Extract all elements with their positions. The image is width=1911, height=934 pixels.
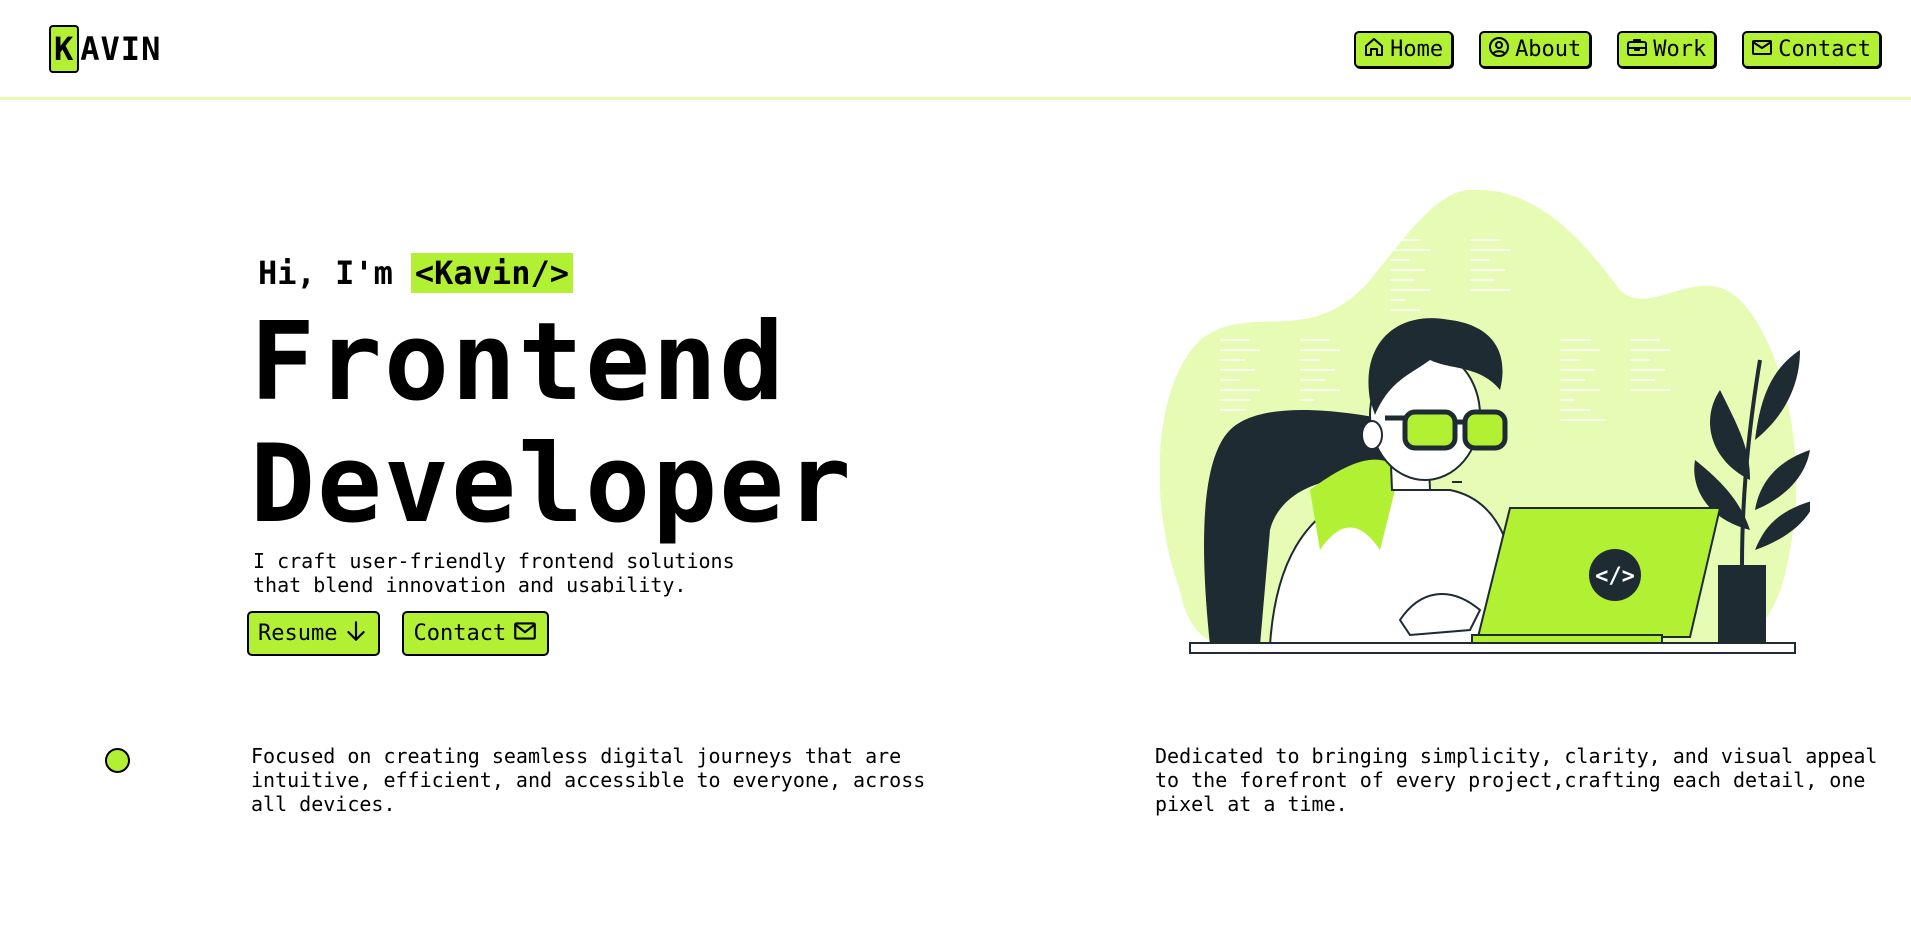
site-header: K AVIN Home About Work Contact xyxy=(0,0,1911,100)
arrow-down-icon xyxy=(343,618,369,650)
nav-home-button[interactable]: Home xyxy=(1354,31,1454,68)
ear xyxy=(1361,420,1383,450)
nav-home-label: Home xyxy=(1390,37,1444,62)
tagline-line-2: that blend innovation and usability. xyxy=(253,573,687,597)
resume-button[interactable]: Resume xyxy=(247,611,381,656)
desk xyxy=(1189,642,1796,654)
nav-work-label: Work xyxy=(1653,37,1707,62)
tagline-line-1: I craft user-friendly frontend solutions xyxy=(253,549,735,573)
laptop-badge-text: </> xyxy=(1595,564,1635,589)
developer-illustration: </> xyxy=(1160,190,1810,654)
briefcase-icon xyxy=(1625,35,1649,65)
hero-title-line-1: Frontend xyxy=(250,300,787,425)
indicator-dot xyxy=(105,748,130,773)
logo-text: AVIN xyxy=(80,30,162,68)
contact-button[interactable]: Contact xyxy=(402,611,550,656)
greeting-text: Hi, I'm xyxy=(258,254,393,292)
hero-greeting: Hi, I'm <Kavin/> xyxy=(258,253,573,293)
logo[interactable]: K AVIN xyxy=(49,25,161,73)
page: K AVIN Home About Work Contact Hi, I'm <… xyxy=(0,0,1911,934)
mail-icon xyxy=(1750,35,1774,65)
contact-label: Contact xyxy=(413,621,507,646)
home-icon xyxy=(1362,35,1386,65)
feature-text-right: Dedicated to bringing simplicity, clarit… xyxy=(1155,744,1878,816)
hero-actions: Resume Contact xyxy=(247,611,550,656)
mail-icon xyxy=(512,618,538,650)
user-circle-icon xyxy=(1487,35,1511,65)
nav-work-button[interactable]: Work xyxy=(1617,31,1717,68)
nav-about-label: About xyxy=(1515,37,1582,62)
laptop: </> xyxy=(1471,507,1722,644)
nav-contact-label: Contact xyxy=(1778,37,1871,62)
feature-text-left: Focused on creating seamless digital jou… xyxy=(251,744,926,816)
hero-title-line-2: Developer xyxy=(250,422,854,547)
logo-initial: K xyxy=(49,25,80,73)
hero-title: Frontend Developer xyxy=(250,302,853,546)
name-tag: <Kavin/> xyxy=(410,253,573,293)
resume-label: Resume xyxy=(258,621,338,646)
main-nav: Home About Work Contact xyxy=(1354,31,1881,68)
nav-contact-button[interactable]: Contact xyxy=(1742,31,1881,68)
hero-tagline: I craft user-friendly frontend solutions… xyxy=(253,549,813,597)
nav-about-button[interactable]: About xyxy=(1479,31,1592,68)
